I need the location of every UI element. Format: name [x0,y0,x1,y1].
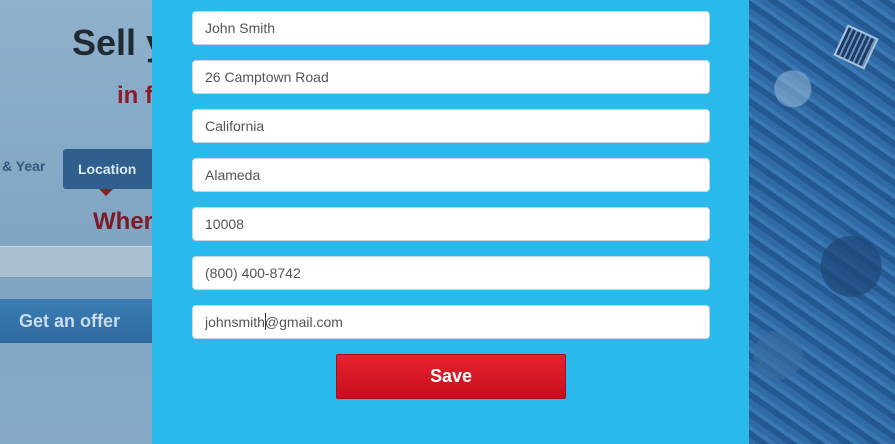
state-field[interactable] [192,109,710,143]
background-hero-subtitle: in f [117,82,152,109]
address-field[interactable] [192,60,710,94]
email-field[interactable] [192,305,710,339]
active-step-caret-icon [99,189,113,196]
background-page-left: Sell y in f & Year Location Wher Get an … [0,0,152,444]
background-page-right [749,0,895,444]
city-field[interactable] [192,158,710,192]
text-cursor-icon [265,313,266,330]
background-phone-image [833,24,879,70]
step-location-label: Location [78,161,137,177]
get-offer-button[interactable]: Get an offer [0,299,152,343]
background-input-band [0,246,152,278]
phone-field[interactable] [192,256,710,290]
name-field[interactable] [192,11,710,45]
step-make-year[interactable]: & Year [2,158,45,174]
background-hero-title: Sell y [72,22,152,63]
get-offer-label: Get an offer [19,310,121,331]
contact-info-modal: Save [152,0,749,444]
save-button[interactable]: Save [336,354,566,399]
step-location-tab[interactable]: Location [63,149,152,196]
zip-field[interactable] [192,207,710,241]
background-where-heading: Wher [93,208,152,235]
